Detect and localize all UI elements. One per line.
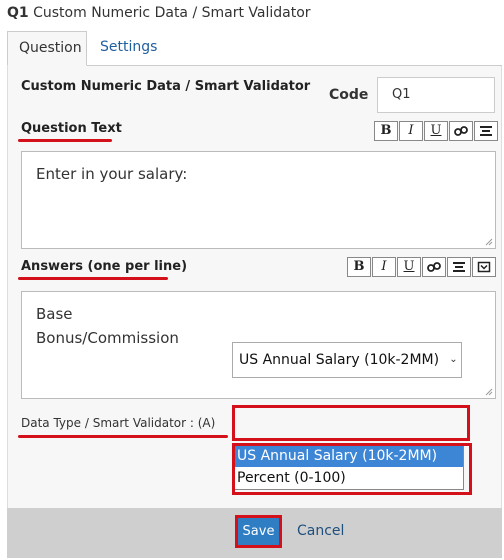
tab-question[interactable]: Question bbox=[7, 31, 87, 66]
question-text-toolbar: B I U bbox=[374, 121, 498, 141]
question-type-title: Custom Numeric Data / Smart Validator bbox=[33, 5, 311, 21]
italic-button[interactable]: I bbox=[399, 121, 423, 141]
chevron-down-icon[interactable]: ⌄ bbox=[446, 342, 462, 378]
dropdown-format-icon[interactable] bbox=[472, 257, 496, 277]
data-type-underline bbox=[18, 435, 228, 438]
underline-button[interactable]: U bbox=[397, 257, 421, 277]
link-icon[interactable] bbox=[422, 257, 446, 277]
question-text-label: Question Text bbox=[21, 121, 122, 136]
italic-button[interactable]: I bbox=[372, 257, 396, 277]
tab-bar: Question Settings bbox=[7, 31, 502, 66]
resize-handle-icon[interactable] bbox=[485, 238, 493, 246]
question-panel: Custom Numeric Data / Smart Validator Co… bbox=[7, 66, 502, 508]
answers-toolbar: B I U bbox=[347, 257, 496, 277]
bold-button[interactable]: B bbox=[347, 257, 371, 277]
question-text-area[interactable]: Enter in your salary: bbox=[21, 151, 496, 249]
data-type-label: Data Type / Smart Validator : (A) bbox=[21, 416, 216, 430]
bold-button[interactable]: B bbox=[374, 121, 398, 141]
align-center-icon[interactable] bbox=[447, 257, 471, 277]
tab-settings[interactable]: Settings bbox=[89, 31, 168, 66]
question-text-underline bbox=[18, 139, 112, 142]
dropdown-highlight-box bbox=[232, 443, 472, 495]
data-type-select[interactable]: US Annual Salary (10k-2MM) bbox=[232, 342, 460, 378]
section-title: Custom Numeric Data / Smart Validator bbox=[21, 79, 311, 94]
cancel-link[interactable]: Cancel bbox=[297, 523, 344, 539]
question-text-value: Enter in your salary: bbox=[36, 165, 188, 183]
question-id: Q1 bbox=[7, 5, 29, 21]
align-center-icon[interactable] bbox=[474, 121, 498, 141]
answer-line: Base bbox=[36, 305, 73, 323]
resize-handle-icon[interactable] bbox=[485, 388, 493, 396]
code-label: Code bbox=[329, 87, 369, 103]
window-title: Q1 Custom Numeric Data / Smart Validator bbox=[7, 5, 311, 21]
underline-button[interactable]: U bbox=[424, 121, 448, 141]
answers-underline bbox=[18, 277, 168, 280]
code-input[interactable]: Q1 bbox=[377, 77, 495, 113]
link-icon[interactable] bbox=[449, 121, 473, 141]
select-highlight-box bbox=[232, 405, 470, 441]
answers-label: Answers (one per line) bbox=[21, 259, 188, 274]
save-button[interactable]: Save bbox=[235, 515, 282, 548]
